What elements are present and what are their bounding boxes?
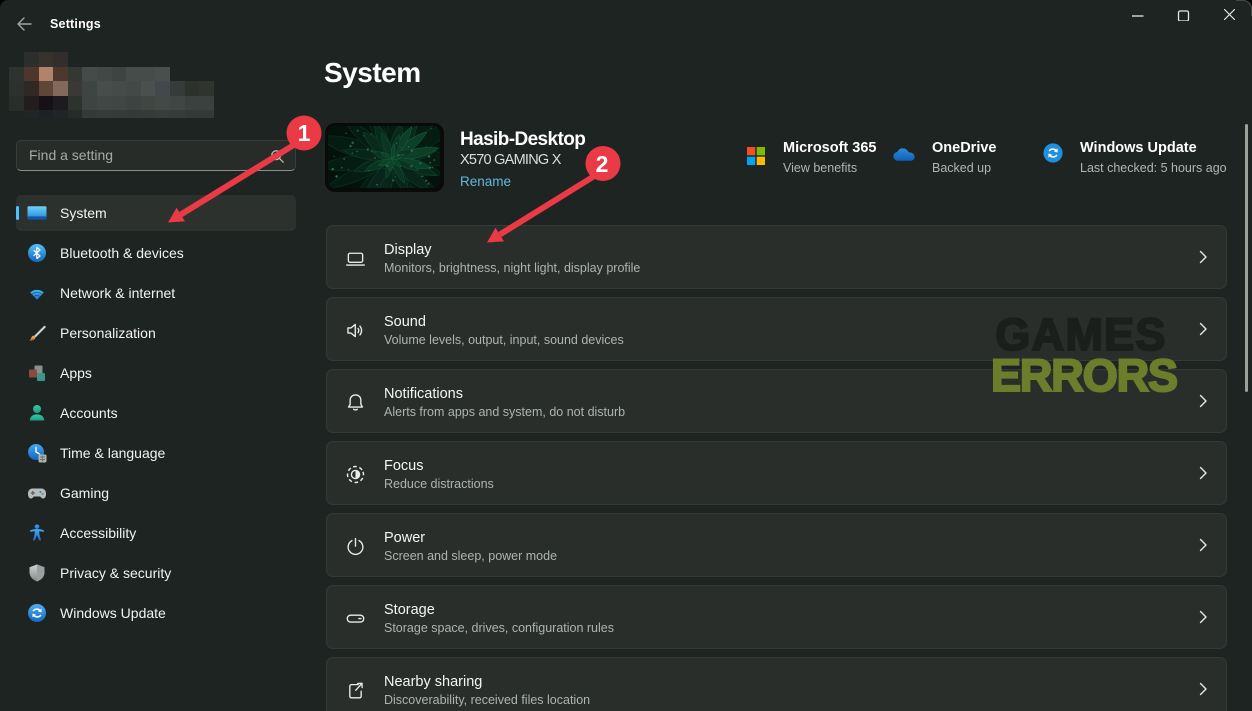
svg-text:2: 2	[596, 151, 609, 177]
svg-text:1: 1	[298, 120, 311, 146]
